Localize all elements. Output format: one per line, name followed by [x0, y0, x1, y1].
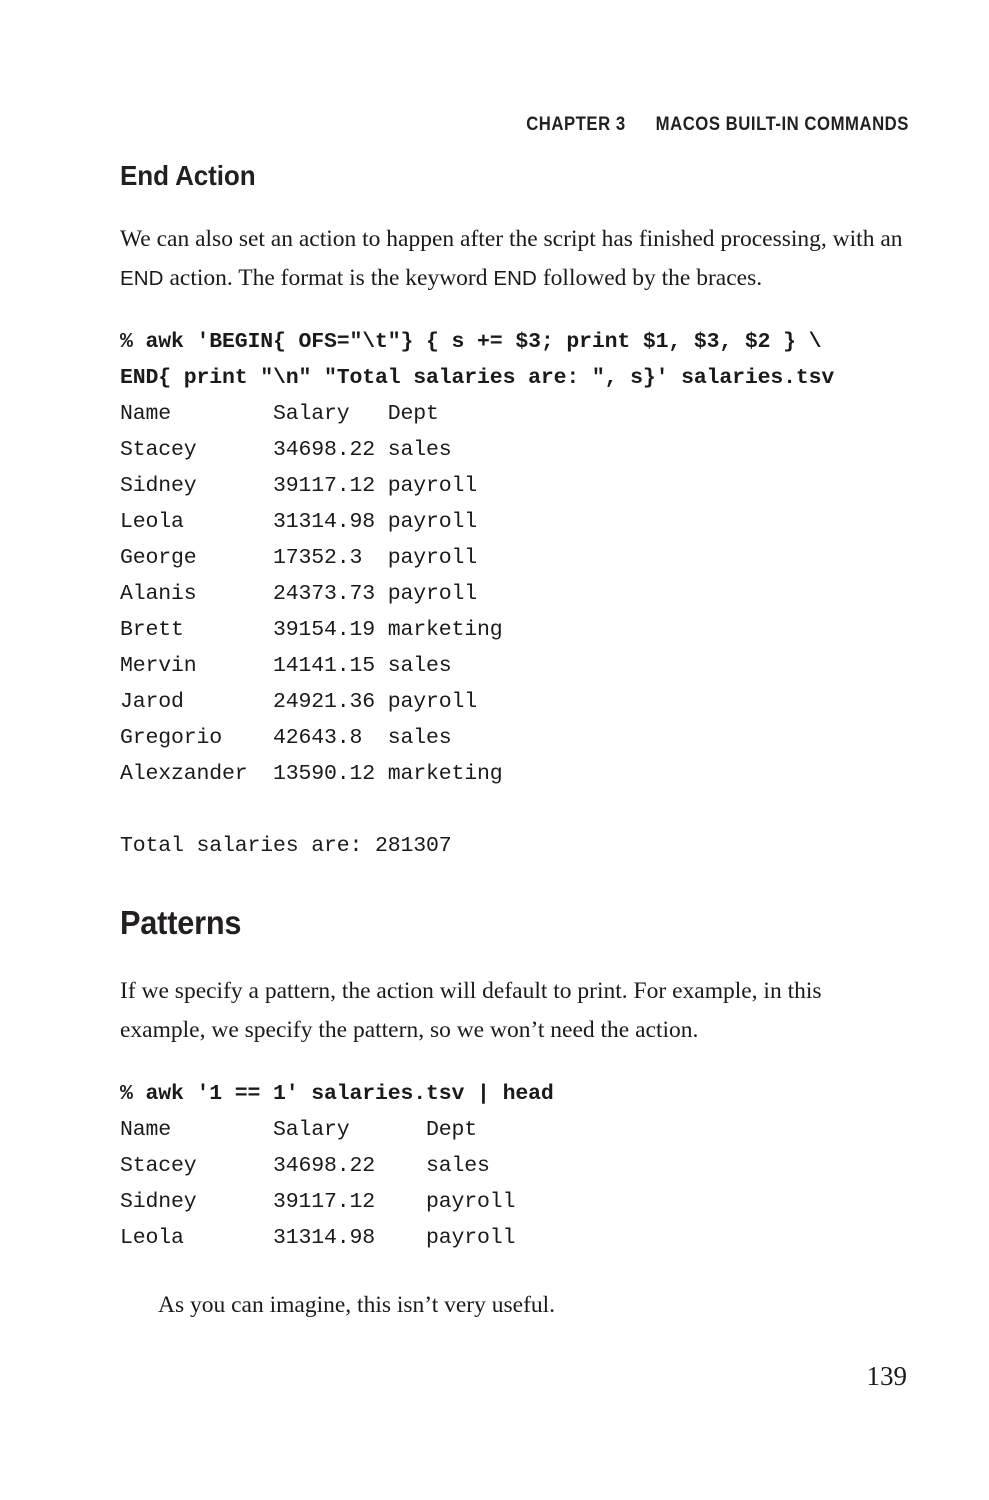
paragraph-patterns-intro: If we specify a pattern, the action will…: [120, 978, 822, 1043]
code-awk-pattern-command: % awk '1 == 1' salaries.tsv | head: [120, 1082, 554, 1106]
code-awk-end-command: % awk 'BEGIN{ OFS="\t"} { s += $3; print…: [120, 330, 835, 390]
page-number: 139: [866, 1361, 908, 1391]
running-head: CHAPTER 3 MACOS BUILT-IN COMMANDS: [526, 114, 909, 136]
heading-end-action: End Action: [120, 160, 256, 191]
code-awk-end-output: Name Salary Dept Stacey 34698.22 sales S…: [120, 402, 503, 858]
book-page: CHAPTER 3 MACOS BUILT-IN COMMANDS End Act…: [0, 0, 989, 1500]
running-head-title: MACOS BUILT-IN COMMANDS: [655, 114, 909, 135]
keyword-end-2: END: [493, 267, 537, 290]
running-head-chapter: CHAPTER 3: [526, 114, 626, 135]
code-awk-pattern-output: Name Salary Dept Stacey 34698.22 sales S…: [120, 1118, 516, 1250]
heading-patterns: Patterns: [120, 904, 242, 941]
paragraph-text-part: We can also set an action to happen afte…: [120, 226, 903, 252]
paragraph-patterns-closing: As you can imagine, this isn’t very usef…: [158, 1292, 556, 1318]
paragraph-text-part: action. The format is the keyword: [163, 265, 494, 291]
paragraph-text-part: followed by the braces.: [536, 265, 763, 291]
keyword-end-1: END: [120, 267, 164, 290]
page-content: End Action We can also set an action to …: [120, 160, 910, 1347]
paragraph-end-action-intro: We can also set an action to happen afte…: [120, 220, 906, 298]
